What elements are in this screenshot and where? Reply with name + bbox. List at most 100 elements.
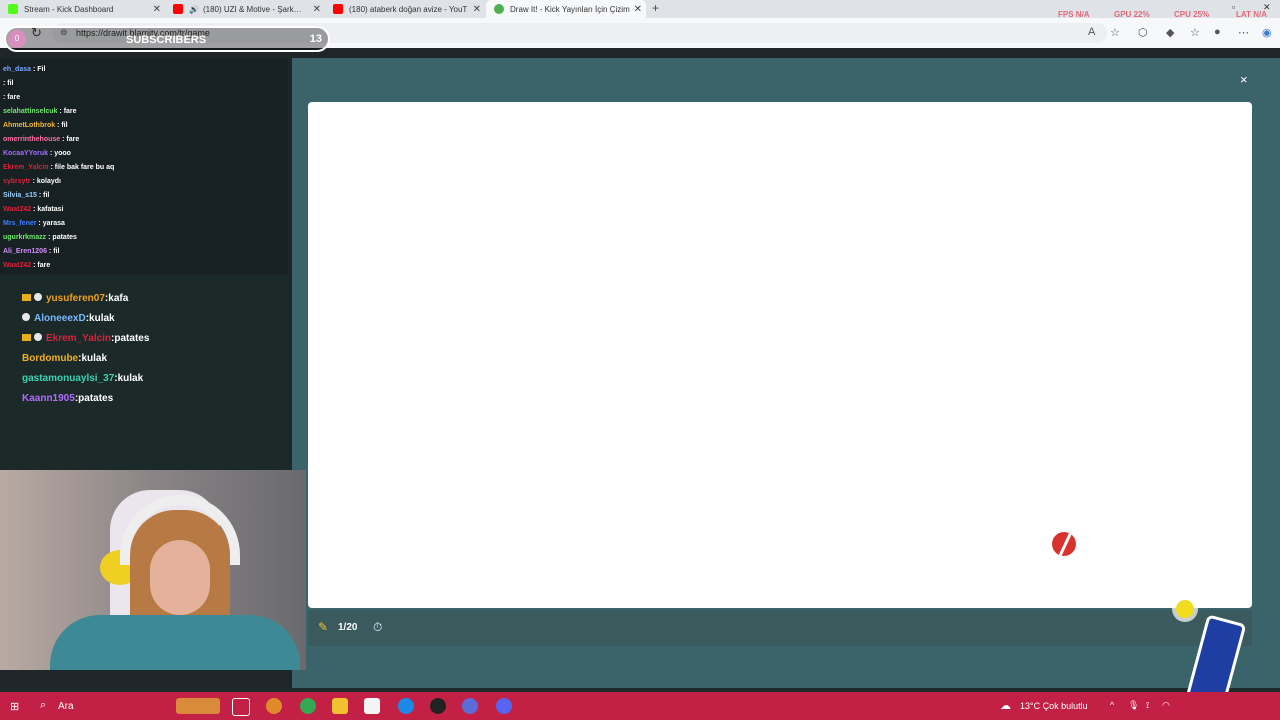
chat-username[interactable]: AhmetLothbrok bbox=[3, 122, 55, 129]
chat-username[interactable]: KocaaYYoruk bbox=[3, 150, 48, 157]
chat-message: sybrsytr : kolaydı bbox=[3, 178, 61, 185]
profile-icon[interactable]: ● bbox=[1214, 26, 1221, 38]
app-icon[interactable] bbox=[462, 698, 478, 714]
close-game-button[interactable]: × bbox=[1240, 72, 1248, 87]
youtube-icon bbox=[333, 4, 343, 14]
obs-icon[interactable] bbox=[430, 698, 446, 714]
restore-icon[interactable]: ▫ bbox=[1232, 2, 1235, 12]
store-icon[interactable] bbox=[364, 698, 380, 714]
chat-text: kafa bbox=[108, 293, 129, 304]
pencil-icon: ✎ bbox=[318, 620, 329, 634]
chat-username[interactable]: yusuferen07 bbox=[46, 293, 105, 304]
chat-text: kolaydı bbox=[36, 178, 61, 185]
speaker-icon[interactable]: 🔊 bbox=[189, 5, 199, 14]
chat-text: file bak fare bu aq bbox=[54, 164, 115, 171]
menu-icon[interactable]: ⋯ bbox=[1238, 26, 1249, 39]
chat-username[interactable]: ugurkrkmazz bbox=[3, 234, 46, 241]
file-explorer-icon[interactable] bbox=[332, 698, 348, 714]
chat-username[interactable]: sybrsytr bbox=[3, 178, 31, 185]
chat-username[interactable]: omerrinthehouse bbox=[3, 136, 60, 143]
extensions-icon[interactable]: ⬡ bbox=[1138, 26, 1148, 39]
chat-text: kulak bbox=[117, 373, 144, 384]
chat-message: Silvia_s15 : fil bbox=[3, 192, 49, 199]
chat-text: kulak bbox=[81, 353, 108, 364]
drawing-canvas[interactable] bbox=[308, 102, 1252, 608]
subscribers-bar: 0 SUBSCRIBERS 13 bbox=[4, 26, 330, 52]
chat-username[interactable]: Waat242 bbox=[3, 262, 31, 269]
windows-taskbar bbox=[0, 692, 1280, 720]
search-icon[interactable]: ⌕ bbox=[40, 699, 46, 712]
subs-count: 13 bbox=[309, 33, 322, 45]
chat-username[interactable]: Kaann1905 bbox=[22, 393, 75, 404]
tab-drawit[interactable]: Draw It! - Kick Yayınları İçin Çizim ✕ bbox=[486, 0, 646, 18]
chat-username[interactable]: Ekrem_Yalcin bbox=[46, 333, 111, 344]
chat-username[interactable]: eh_dasa bbox=[3, 66, 31, 73]
chat-username[interactable]: Ekrem_Yalcin bbox=[3, 164, 49, 171]
chat-message: eh_dasa : Fil bbox=[3, 66, 45, 73]
discord-icon[interactable] bbox=[496, 698, 512, 714]
favorites-icon[interactable]: ☆ bbox=[1190, 26, 1200, 39]
tray-chevron-icon[interactable]: ^ bbox=[1110, 700, 1114, 710]
copilot-icon[interactable]: ◉ bbox=[1262, 26, 1272, 39]
chat-username[interactable]: Ali_Eren1206 bbox=[3, 248, 47, 255]
favorite-star-icon[interactable]: ☆ bbox=[1110, 26, 1120, 39]
streamer-sweater bbox=[50, 615, 300, 670]
crown-badge-icon bbox=[22, 294, 31, 301]
task-view-icon[interactable] bbox=[232, 698, 250, 716]
network-icon[interactable]: ⟟ bbox=[1146, 700, 1149, 711]
chat-message: Waat242 : kafatasi bbox=[3, 206, 63, 213]
chat-message: Mrs_fener : yarasa bbox=[3, 220, 65, 227]
read-aloud-icon[interactable]: A bbox=[1088, 26, 1095, 38]
edge-icon[interactable] bbox=[398, 698, 414, 714]
new-tab-button[interactable]: + bbox=[652, 1, 659, 15]
chat-text: patates bbox=[52, 234, 77, 241]
tab-kick-dashboard[interactable]: Stream - Kick Dashboard ✕ bbox=[0, 0, 165, 18]
kick-icon bbox=[8, 4, 18, 14]
cat-badge-icon bbox=[34, 293, 42, 301]
taskbar-search[interactable]: Ara bbox=[58, 701, 74, 712]
chat-text: patates bbox=[114, 333, 150, 344]
tab-youtube-uzi[interactable]: 🔊 (180) UZI & Motive - Şarkılar ✕ bbox=[165, 0, 325, 18]
close-window-icon[interactable]: ✕ bbox=[1263, 2, 1271, 13]
chat-message: gastamonuaylsi_37:kulak bbox=[22, 373, 143, 384]
wifi-icon[interactable]: ◠ bbox=[1162, 700, 1170, 711]
windows-start-icon[interactable]: ⊞ bbox=[10, 700, 19, 713]
chat-username[interactable]: Mrs_fener bbox=[3, 220, 36, 227]
chat-message: Ekrem_Yalcin:patates bbox=[22, 333, 149, 344]
chat-message: KocaaYYoruk : yooo bbox=[3, 150, 71, 157]
chrome-icon[interactable] bbox=[300, 698, 316, 714]
copilot-taskbar-icon[interactable] bbox=[266, 698, 282, 714]
chat-username[interactable]: Waat242 bbox=[3, 206, 31, 213]
taskbar-widget-icon[interactable] bbox=[176, 698, 220, 714]
subs-start-value: 0 bbox=[8, 30, 26, 48]
weather-widget[interactable]: 13°C Çok bulutlu bbox=[1020, 701, 1088, 711]
chat-message: AhmetLothbrok : fil bbox=[3, 122, 68, 129]
chat-text: fare bbox=[63, 108, 77, 115]
chat-username[interactable]: gastamonuaylsi_37 bbox=[22, 373, 114, 384]
chat-text: kulak bbox=[89, 313, 115, 324]
tab-title: (180) UZI & Motive - Şarkılar bbox=[202, 4, 303, 14]
chat-message: : fare bbox=[3, 94, 20, 101]
chat-username[interactable]: Bordomube bbox=[22, 353, 78, 364]
chat-text: yarasa bbox=[42, 220, 65, 227]
chat-username[interactable]: selahattinselcuk bbox=[3, 108, 57, 115]
close-icon[interactable]: ✕ bbox=[153, 4, 161, 15]
chat-text: fare bbox=[7, 94, 21, 101]
chat-message: Ekrem_Yalcin : file bak fare bu aq bbox=[3, 164, 114, 171]
game-toolbar bbox=[308, 610, 1252, 646]
mic-icon[interactable]: 🎙 bbox=[1128, 700, 1139, 711]
chat-message: Bordomube:kulak bbox=[22, 353, 107, 364]
subs-label: SUBSCRIBERS bbox=[126, 34, 207, 46]
chat-username[interactable]: AloneeexD bbox=[34, 313, 86, 324]
tab-youtube-avize[interactable]: (180) ataberk doğan avize - YouT ✕ bbox=[325, 0, 485, 18]
extension-icon[interactable]: ◆ bbox=[1166, 26, 1174, 39]
close-icon[interactable]: ✕ bbox=[634, 4, 642, 15]
chat-username[interactable]: Silvia_s15 bbox=[3, 192, 37, 199]
close-icon[interactable]: ✕ bbox=[473, 4, 481, 15]
chat-message: yusuferen07:kafa bbox=[22, 293, 128, 304]
drawit-icon bbox=[494, 4, 504, 14]
chat-text: Fil bbox=[37, 66, 46, 73]
browser-tab-bar: Stream - Kick Dashboard ✕ 🔊 (180) UZI & … bbox=[0, 0, 1280, 19]
crown-badge-icon bbox=[22, 334, 31, 341]
close-icon[interactable]: ✕ bbox=[313, 4, 321, 15]
